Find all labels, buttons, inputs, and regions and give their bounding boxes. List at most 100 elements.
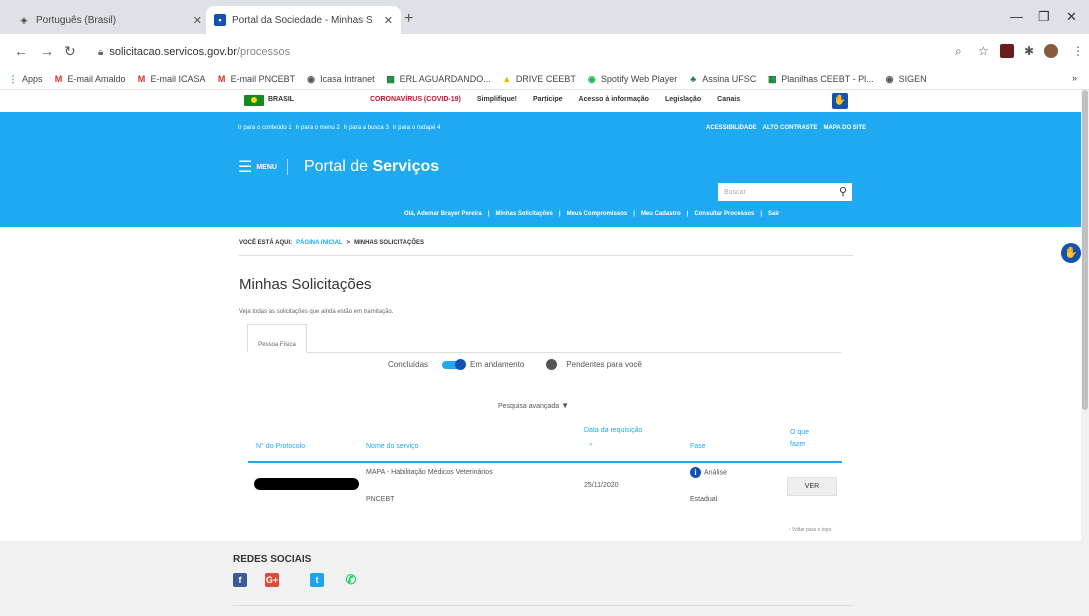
accessibility-widget-icon[interactable]: ✋ [1061,243,1081,263]
page-title: Minhas Solicitações [239,276,372,293]
globe-icon: ◉ [307,73,315,84]
reload-icon[interactable]: ↻ [64,43,76,60]
bookmarks-overflow-icon[interactable]: » [1072,73,1077,83]
minimize-icon[interactable]: — [1010,9,1023,24]
bookmark-item[interactable]: ◉ SIGEN [885,74,927,84]
back-icon[interactable]: ← [14,43,28,59]
sort-chevron-icon[interactable]: ⌄ [588,439,594,447]
portal-header: Ir para o conteúdo 1 Ir para o menu 2 Ir… [0,112,1089,227]
participe-link[interactable]: Participe [533,96,563,103]
bookmark-label: Icasa Intranet [320,73,375,84]
maximize-icon[interactable]: ❐ [1038,9,1050,25]
skip-content-link[interactable]: Ir para o conteúdo 1 [238,125,292,131]
facebook-icon[interactable]: f [233,573,247,587]
close-icon[interactable]: ✕ [384,14,393,27]
menu-button[interactable]: MENU [256,164,277,171]
bookmarks-bar: ⋮ Apps M E-mail Amaldo M E-mail ICASA M E-mail … [0,68,1089,90]
bookmark-item[interactable]: ◉ Icasa Intranet [306,73,375,84]
ver-button[interactable]: VER [787,477,837,496]
puzzle-icon[interactable]: ✱ [1024,44,1034,58]
brasil-link[interactable]: BRASIL [268,96,294,103]
bookmark-item[interactable]: ◉ Spotify Web Player [587,74,677,84]
user-greeting-link[interactable]: Olá, Ademar Brayer Pereira [404,211,482,217]
footer: REDES SOCIAIS f G+ t ✆ [0,541,1089,616]
browser-tab-portugues[interactable]: ◈ Português (Brasil) ✕ [10,6,210,34]
fase-line1: Análise [704,469,727,477]
meu-cadastro-link[interactable]: Meu Cadastro [641,211,681,217]
lock-icon: 🔒︎ [98,46,104,58]
google-plus-icon[interactable]: G+ [265,573,279,587]
sheets-icon: ▦ [767,73,777,84]
sair-link[interactable]: Sair [768,211,779,217]
skip-links: Ir para o conteúdo 1 Ir para o menu 2 Ir… [238,125,444,131]
col-servico[interactable]: Nome do serviço [366,443,419,450]
col-protocolo[interactable]: N° do Protocolo [256,443,305,450]
bookmark-item[interactable]: ▦ Planilhas CEEBT - Pl... [767,73,874,84]
simplifique-link[interactable]: Simplifique! [477,96,517,103]
apps-grid-icon: ⋮ [8,73,18,84]
tab-title: Portal da Sociedade - Minhas S... [232,14,372,26]
search-icon[interactable]: ⚲ [839,185,847,198]
twitter-icon[interactable]: t [310,573,324,587]
whatsapp-icon[interactable]: ✆ [344,573,358,587]
consultar-processos-link[interactable]: Consultar Processos [694,211,754,217]
meus-compromissos-link[interactable]: Meus Compromissos [567,211,628,217]
scrollbar-thumb[interactable] [1082,90,1088,410]
fase-status: i Análise [690,467,727,478]
page-scrollbar[interactable] [1081,90,1089,616]
tab-pessoa-fisica[interactable]: Pessoa Física [247,324,307,353]
pendentes-label: Pendentes para você [566,360,642,369]
bookmark-item[interactable]: M E-mail ICASA [137,74,206,84]
site-map-link[interactable]: MAPA DO SITE [823,125,866,131]
bookmark-item[interactable]: M E-mail Amaldo [54,74,126,84]
skip-footer-link[interactable]: Ir para o rodapé 4 [393,125,441,131]
covid-link[interactable]: CORONAVÍRUS (COVID-19) [370,96,461,103]
gov-links: CORONAVÍRUS (COVID-19) Simplifique! Part… [370,96,756,103]
canais-link[interactable]: Canais [717,96,740,103]
url-field[interactable]: 🔒︎ solicitacao.servicos.gov.br /processo… [98,40,978,64]
accessibility-link[interactable]: ACESSIBILIDADE [706,125,757,131]
advanced-search-label: Pesquisa avançada [498,403,560,410]
url-host: solicitacao.servicos.gov.br [109,46,237,58]
high-contrast-link[interactable]: ALTO CONTRASTE [763,125,818,131]
browser-tab-portal[interactable]: ▪ Portal da Sociedade - Minhas S... ✕ [206,6,401,34]
bookmark-item[interactable]: M E-mail PNCEBT [217,74,295,84]
acesso-informacao-link[interactable]: Acesso à informação [579,96,649,103]
bookmark-item[interactable]: ♣ Assina UFSC [688,74,756,84]
extension-icon[interactable] [1000,44,1014,58]
nav-separator: | [760,211,763,217]
bookmark-item[interactable]: ▲ DRIVE CEEBT [502,74,575,84]
toggle-knob [546,358,558,370]
star-icon[interactable]: ☆ [978,44,989,58]
bookmark-item[interactable]: ▦ ERL AGUARDANDO... [386,74,490,84]
back-to-top-link[interactable]: ↑ Voltar para o topo [788,527,831,533]
search-input[interactable]: Buscar ⚲ [718,183,852,201]
pendentes-toggle[interactable] [538,358,561,370]
window-close-icon[interactable]: ✕ [1066,9,1077,25]
legislacao-link[interactable]: Legislação [665,96,701,103]
portal-title[interactable]: Portal de Serviços [304,158,439,176]
nav-separator: | [558,211,561,217]
kebab-menu-icon[interactable]: ⋮ [1072,44,1084,58]
bookmark-label: Apps [22,73,43,84]
skip-menu-link[interactable]: Ir para o menu 2 [296,125,340,131]
avatar[interactable] [1044,44,1058,58]
col-fase[interactable]: Fase [690,443,706,450]
bookmark-item[interactable]: ⋮ Apps [8,74,43,84]
col-data[interactable]: Data da requisição [584,427,642,434]
skip-search-link[interactable]: Ir para a busca 3 [344,125,389,131]
close-icon[interactable]: ✕ [193,14,202,27]
zoom-icon[interactable]: ⌕ [955,44,962,59]
new-tab-icon[interactable]: + [404,10,413,28]
forward-icon[interactable]: → [40,43,54,59]
breadcrumb-home-link[interactable]: PÁGINA INICIAL [296,240,342,246]
concluidas-toggle[interactable] [442,358,467,370]
vlibras-icon[interactable]: ✋ [832,93,848,109]
advanced-search-toggle[interactable]: Pesquisa avançada ▼ [498,401,569,410]
brazil-flag-icon[interactable] [244,95,264,106]
col-o-que-fazer-1: O que [790,429,810,436]
divider [239,255,853,256]
hamburger-icon[interactable]: ☰ [238,157,252,177]
search-placeholder: Buscar [724,188,746,196]
minhas-solicitacoes-link[interactable]: Minhas Solicitações [496,211,553,217]
